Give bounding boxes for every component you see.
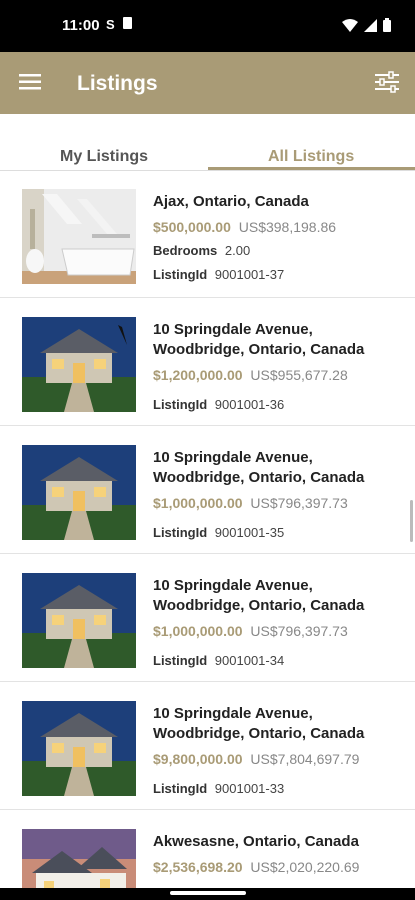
listing-thumbnail [22,701,136,796]
listing-thumbnail [22,317,136,412]
filter-button[interactable] [373,68,401,96]
navigation-bar [0,888,415,900]
bathroom-image [22,189,136,284]
scrollbar[interactable] [410,500,413,542]
listing-thumbnail [22,445,136,540]
app-bar: Listings [0,52,415,114]
listing-thumbnail [22,829,136,888]
listing-price-usd: US$796,397.73 [250,495,348,511]
status-bar: 11:00 S [0,0,415,52]
house-image [22,573,136,668]
hamburger-menu-icon [19,74,41,90]
bedrooms-label: Bedrooms [153,243,218,258]
listing-price: $2,536,698.20 [153,859,243,875]
listing-id-value: 9001001-35 [214,525,285,540]
home-indicator[interactable] [170,891,246,895]
listing-title: 10 Springdale Avenue, Woodbridge, Ontari… [153,705,365,742]
listing-price: $1,000,000.00 [153,623,243,639]
listing-price: $1,000,000.00 [153,495,243,511]
tab-all-listings[interactable]: All Listings [268,148,354,166]
listing-thumbnail [22,189,136,284]
listing-row[interactable]: 10 Springdale Avenue, Woodbridge, Ontari… [0,554,415,682]
listing-title: 10 Springdale Avenue, Woodbridge, Ontari… [153,321,365,358]
listing-id-label: ListingId [153,525,208,540]
listing-id-label: ListingId [153,267,208,282]
listing-title: Akwesasne, Ontario, Canada [153,833,359,850]
listing-id-value: 9001001-36 [214,397,285,412]
filter-sliders-icon [375,71,399,93]
listing-id-value: 9001001-34 [214,653,285,668]
listing-price-usd: US$796,397.73 [250,623,348,639]
listing-row[interactable]: 10 Springdale Avenue, Woodbridge, Ontari… [0,298,415,426]
listing-price-usd: US$398,198.86 [238,219,337,235]
house-image [22,829,136,888]
listing-id-value: 9001001-33 [214,781,285,796]
listing-tabs: My Listings All Listings [0,114,415,171]
listing-price-usd: US$2,020,220.69 [250,859,360,875]
tab-my-listings[interactable]: My Listings [60,148,148,166]
listing-id-label: ListingId [153,781,208,796]
menu-button[interactable] [16,68,44,96]
sd-card-icon [122,17,132,29]
listing-title: Ajax, Ontario, Canada [153,193,309,210]
listings-list[interactable]: Ajax, Ontario, Canada $500,000.00 US$398… [0,170,415,888]
listing-thumbnail [22,573,136,668]
sync-icon: S [106,17,115,32]
listing-price: $1,200,000.00 [153,367,243,383]
listing-row[interactable]: Akwesasne, Ontario, Canada $2,536,698.20… [0,810,415,888]
listing-price: $9,800,000.00 [153,751,243,767]
listing-price-usd: US$955,677.28 [250,367,348,383]
listing-price-usd: US$7,804,697.79 [250,751,360,767]
listing-price: $500,000.00 [153,219,231,235]
listing-row[interactable]: Ajax, Ontario, Canada $500,000.00 US$398… [0,170,415,298]
signal-icon [364,18,377,32]
house-image [22,445,136,540]
status-time: 11:00 [62,17,100,34]
wifi-icon [342,18,358,32]
listing-title: 10 Springdale Avenue, Woodbridge, Ontari… [153,577,365,614]
battery-icon [383,18,391,32]
house-image [22,701,136,796]
listing-id-label: ListingId [153,653,208,668]
listing-title: 10 Springdale Avenue, Woodbridge, Ontari… [153,449,365,486]
listing-row[interactable]: 10 Springdale Avenue, Woodbridge, Ontari… [0,682,415,810]
listing-id-label: ListingId [153,397,208,412]
house-image [22,317,136,412]
bedrooms-value: 2.00 [224,243,251,258]
listing-row[interactable]: 10 Springdale Avenue, Woodbridge, Ontari… [0,426,415,554]
listing-id-value: 9001001-37 [214,267,285,282]
page-title: Listings [77,72,158,95]
